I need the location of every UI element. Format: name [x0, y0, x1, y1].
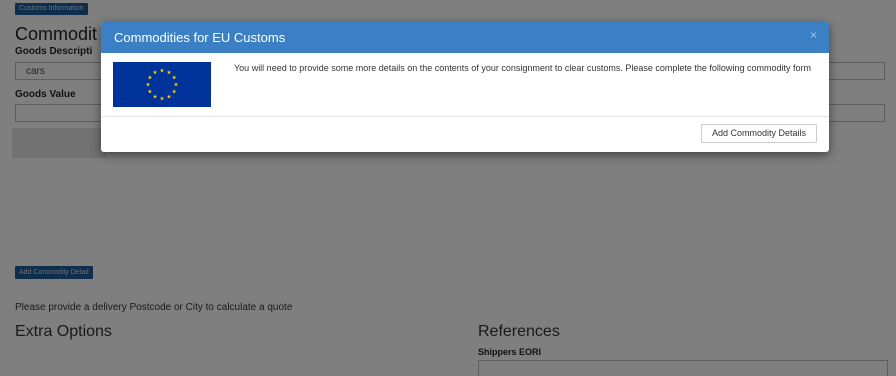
modal-header: Commodities for EU Customs × — [101, 22, 829, 53]
close-icon[interactable]: × — [810, 28, 817, 42]
add-commodity-details-button[interactable]: Add Commodity Details — [700, 124, 817, 143]
modal-divider — [101, 116, 829, 117]
eu-flag-icon — [113, 62, 211, 107]
modal-message: You will need to provide some more detai… — [234, 63, 811, 73]
modal-title: Commodities for EU Customs — [114, 30, 286, 45]
commodities-modal: Commodities for EU Customs × You will ne… — [101, 22, 829, 152]
